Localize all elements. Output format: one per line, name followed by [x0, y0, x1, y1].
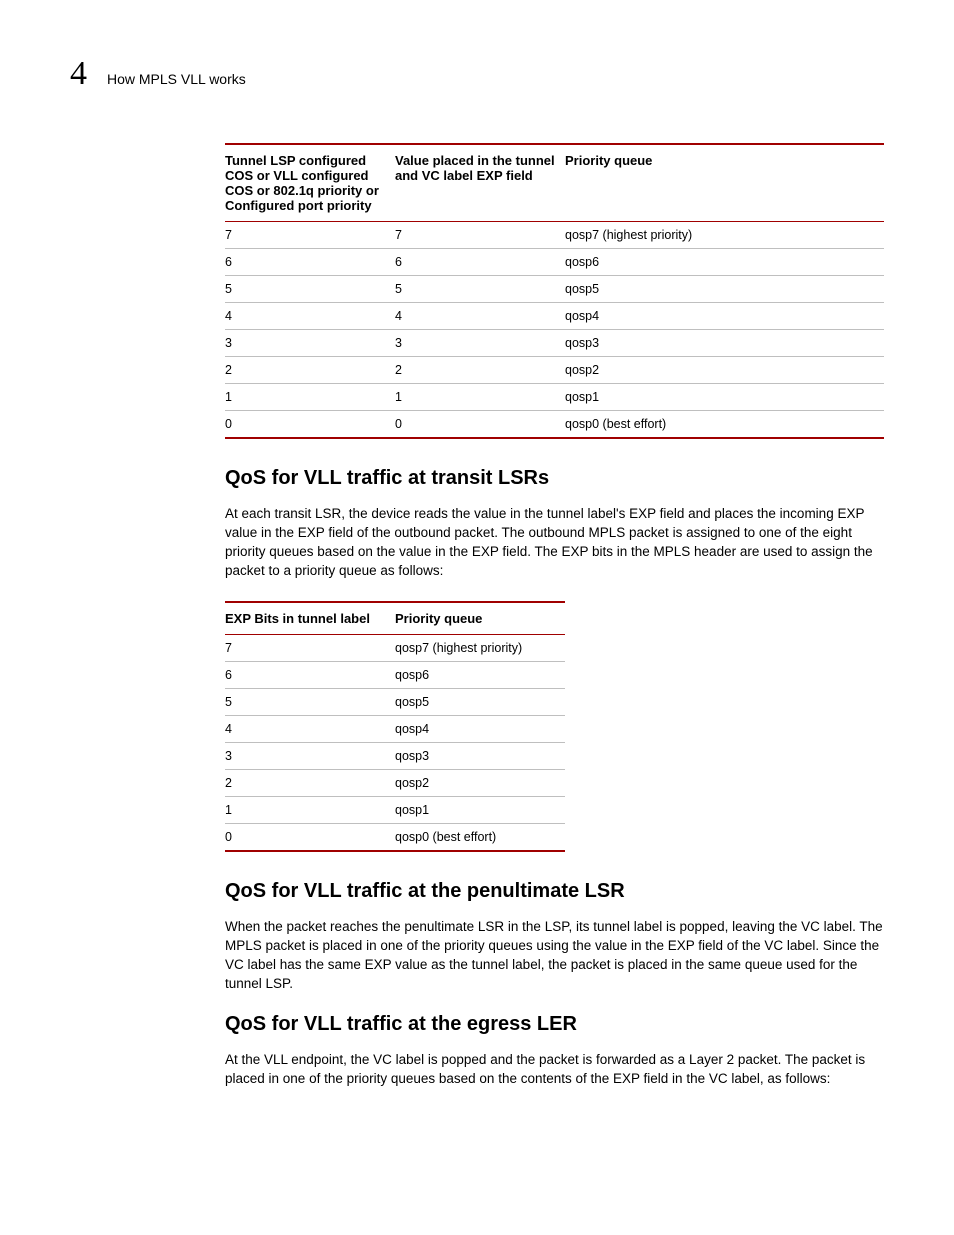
table-row: 33qosp3: [225, 330, 884, 357]
table-cell: qosp4: [395, 715, 565, 742]
table-cell: 6: [225, 661, 395, 688]
table-header: EXP Bits in tunnel label: [225, 602, 395, 635]
table-cell: 3: [225, 742, 395, 769]
table-cell: 4: [225, 303, 395, 330]
table-cell: 1: [225, 796, 395, 823]
table-cell: 5: [225, 276, 395, 303]
chapter-number: 4: [70, 55, 87, 93]
table-cell: qosp1: [395, 796, 565, 823]
table-cell: qosp2: [565, 357, 884, 384]
table-header: Tunnel LSP configured COS or VLL configu…: [225, 144, 395, 222]
table-row: 44qosp4: [225, 303, 884, 330]
table-cell: qosp5: [395, 688, 565, 715]
table-cell: 2: [395, 357, 565, 384]
table-row: 4qosp4: [225, 715, 565, 742]
table-cell: qosp6: [565, 249, 884, 276]
section-heading-egress-ler: QoS for VLL traffic at the egress LER: [225, 1013, 884, 1036]
table-header: Priority queue: [395, 602, 565, 635]
table-row: 11qosp1: [225, 384, 884, 411]
chapter-title: How MPLS VLL works: [107, 71, 246, 87]
table-cell: qosp0 (best effort): [395, 823, 565, 851]
body-text: When the packet reaches the penultimate …: [225, 917, 884, 994]
table-cell: qosp1: [565, 384, 884, 411]
table-cos-mapping: Tunnel LSP configured COS or VLL configu…: [225, 143, 884, 439]
table-cell: qosp7 (highest priority): [565, 222, 884, 249]
table-cell: 0: [225, 823, 395, 851]
table-row: 77qosp7 (highest priority): [225, 222, 884, 249]
table-row: 1qosp1: [225, 796, 565, 823]
table-cell: qosp7 (highest priority): [395, 634, 565, 661]
table-cell: 7: [395, 222, 565, 249]
table-cell: 3: [225, 330, 395, 357]
table-cell: 3: [395, 330, 565, 357]
table-cell: 7: [225, 222, 395, 249]
page-content: Tunnel LSP configured COS or VLL configu…: [225, 143, 884, 1089]
table-cell: 6: [395, 249, 565, 276]
body-text: At each transit LSR, the device reads th…: [225, 504, 884, 581]
page-header: 4 How MPLS VLL works: [70, 55, 884, 93]
table-cell: qosp4: [565, 303, 884, 330]
table-cell: 5: [395, 276, 565, 303]
page: 4 How MPLS VLL works Tunnel LSP configur…: [0, 0, 954, 1169]
table-cell: 1: [225, 384, 395, 411]
table-cell: qosp3: [565, 330, 884, 357]
section-heading-transit-lsr: QoS for VLL traffic at transit LSRs: [225, 467, 884, 490]
table-exp-bits: EXP Bits in tunnel label Priority queue …: [225, 601, 565, 852]
table-cell: 4: [395, 303, 565, 330]
table-row: 22qosp2: [225, 357, 884, 384]
table-row: 3qosp3: [225, 742, 565, 769]
table-cell: 0: [225, 411, 395, 439]
table-row: 6qosp6: [225, 661, 565, 688]
table-cell: 4: [225, 715, 395, 742]
table-row: 55qosp5: [225, 276, 884, 303]
table-header: Value placed in the tunnel and VC label …: [395, 144, 565, 222]
table-cell: qosp5: [565, 276, 884, 303]
table-cell: qosp2: [395, 769, 565, 796]
table-row: 66qosp6: [225, 249, 884, 276]
table-row: 2qosp2: [225, 769, 565, 796]
table-row: 0qosp0 (best effort): [225, 823, 565, 851]
table-cell: 2: [225, 769, 395, 796]
table-cell: 7: [225, 634, 395, 661]
table-cell: 6: [225, 249, 395, 276]
table-row: 7qosp7 (highest priority): [225, 634, 565, 661]
table-row: 00qosp0 (best effort): [225, 411, 884, 439]
section-heading-penultimate-lsr: QoS for VLL traffic at the penultimate L…: [225, 880, 884, 903]
table-cell: qosp3: [395, 742, 565, 769]
table-cell: 0: [395, 411, 565, 439]
table-row: 5qosp5: [225, 688, 565, 715]
table-header: Priority queue: [565, 144, 884, 222]
table-cell: 1: [395, 384, 565, 411]
table-cell: qosp6: [395, 661, 565, 688]
table-cell: 5: [225, 688, 395, 715]
table-cell: 2: [225, 357, 395, 384]
table-cell: qosp0 (best effort): [565, 411, 884, 439]
body-text: At the VLL endpoint, the VC label is pop…: [225, 1050, 884, 1088]
